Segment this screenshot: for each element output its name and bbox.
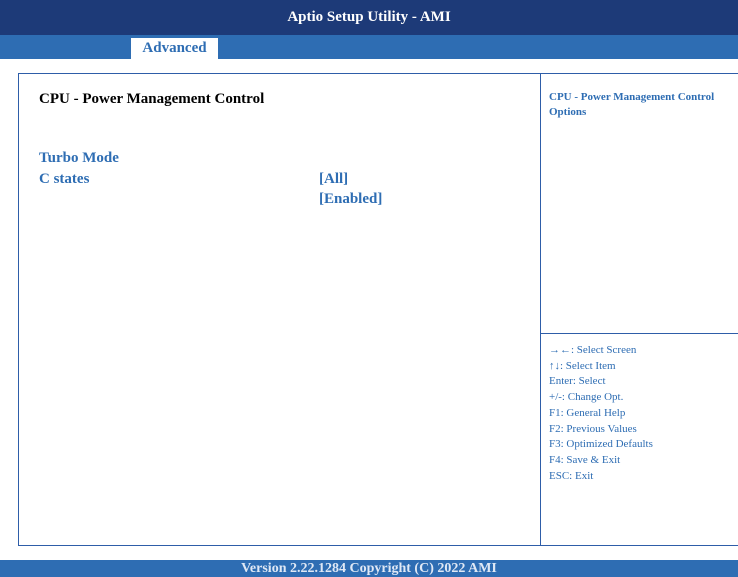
key-esc-exit: ESC: Exit [549, 469, 594, 482]
title-bar: Aptio Setup Utility - AMI [0, 0, 738, 35]
tab-advanced[interactable]: Advanced [131, 38, 218, 59]
key-optimized-defaults: F3: Optimized Defaults [549, 438, 653, 451]
help-description: CPU - Power Management Control Options [549, 91, 715, 118]
section-title: CPU - Power Management Control [39, 91, 265, 107]
setting-label-turbo-mode[interactable]: Turbo Mode [39, 150, 119, 167]
setting-label-speedstep[interactable]: Intel(R) SpeedStep(tm) [39, 129, 188, 146]
key-previous-values: F2: Previous Values [549, 422, 637, 435]
key-general-help: F1: General Help [549, 406, 626, 419]
settings-panel: CPU - Power Management Control Intel(R) … [18, 73, 540, 546]
key-save-exit: F4: Save & Exit [549, 453, 621, 466]
tab-bar: Advanced [0, 35, 738, 59]
key-select-screen: →←: Select Screen [549, 344, 637, 356]
key-enter-select: Enter: Select [549, 375, 606, 388]
key-legend: →←: Select Screen ↑↓: Select Item Enter:… [549, 343, 653, 484]
help-divider [541, 333, 738, 334]
setting-value-c-states[interactable]: [Enabled] [319, 191, 382, 208]
setting-label-c-states[interactable]: C states [39, 171, 89, 188]
setting-value-turbo-mode[interactable]: [All] [319, 171, 348, 188]
key-change-opt: +/-: Change Opt. [549, 391, 624, 404]
version-text: Version 2.22.1284 Copyright (C) 2022 AMI [241, 560, 497, 576]
key-select-item: ↑↓: Select Item [549, 359, 616, 372]
app-title: Aptio Setup Utility - AMI [287, 9, 451, 25]
setting-value-speedstep[interactable]: [Enabled] [319, 129, 382, 146]
help-panel: CPU - Power Management Control Options →… [540, 73, 738, 546]
footer: Version 2.22.1284 Copyright (C) 2022 AMI [0, 560, 738, 577]
